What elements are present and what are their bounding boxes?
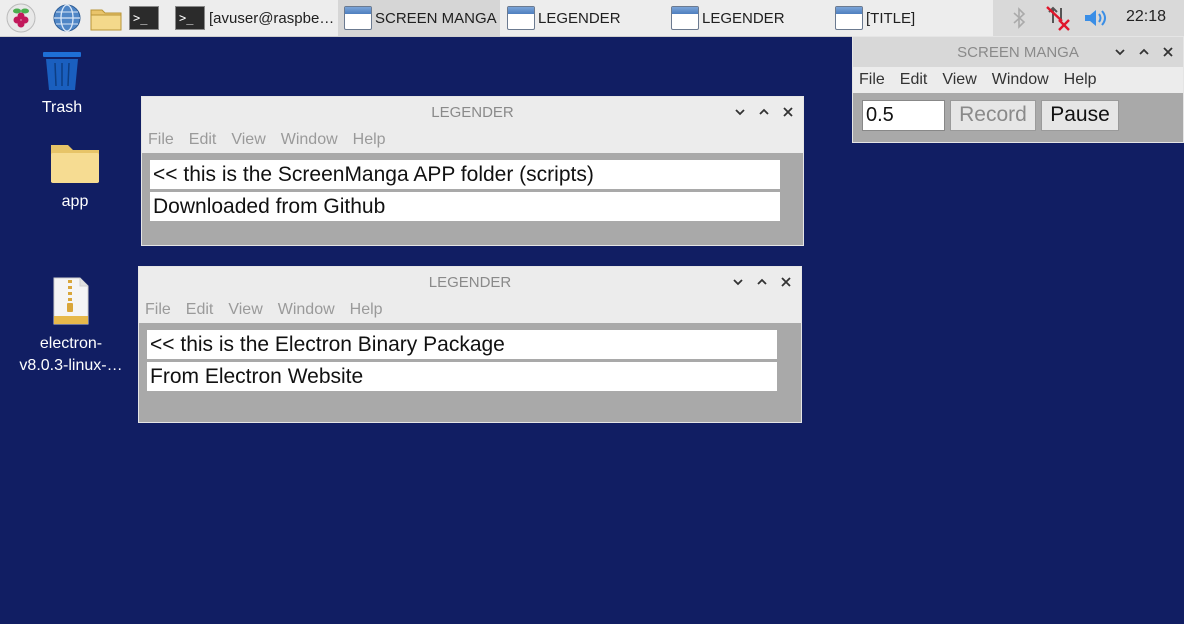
- menu-window[interactable]: Window: [281, 131, 338, 149]
- minimize-button[interactable]: [731, 275, 745, 289]
- taskbar-task-terminal[interactable]: >_ [avuser@raspbe…: [170, 0, 335, 36]
- menu-help[interactable]: Help: [353, 131, 386, 149]
- taskbar: >_ >_ [avuser@raspbe… SCREEN MANGA LEGEN…: [0, 0, 1184, 37]
- web-browser-globe-icon[interactable]: [52, 3, 82, 33]
- maximize-button[interactable]: [755, 275, 769, 289]
- window-title: LEGENDER: [431, 103, 514, 121]
- desktop-icon-label: app: [61, 193, 89, 210]
- desktop-icon-label: Trash: [41, 99, 83, 116]
- maximize-button[interactable]: [757, 105, 771, 119]
- chevron-up-icon: [1139, 48, 1149, 55]
- close-icon: [783, 107, 793, 117]
- desktop-icon-label-line1: electron-: [39, 335, 103, 352]
- terminal-icon: >_: [175, 6, 205, 30]
- interval-input[interactable]: 0.5: [862, 100, 945, 131]
- task-label: [avuser@raspbe…: [209, 9, 335, 27]
- desktop-icon-app-folder[interactable]: app: [35, 140, 115, 213]
- chevron-down-icon: [1115, 49, 1125, 56]
- network-disconnected-icon[interactable]: [1045, 5, 1071, 36]
- close-icon: [1163, 47, 1173, 57]
- chevron-up-icon: [759, 108, 769, 115]
- volume-icon[interactable]: [1083, 7, 1111, 34]
- menu-edit[interactable]: Edit: [900, 71, 928, 89]
- menu-help[interactable]: Help: [350, 301, 383, 319]
- taskbar-task-screen-manga[interactable]: SCREEN MANGA: [338, 0, 500, 36]
- minimize-button[interactable]: [733, 105, 747, 119]
- legend-line-1[interactable]: << this is the Electron Binary Package: [147, 330, 777, 359]
- taskbar-task-legender-1[interactable]: LEGENDER: [501, 0, 663, 36]
- menu-help[interactable]: Help: [1064, 71, 1097, 89]
- close-icon: [781, 277, 791, 287]
- taskbar-task-title[interactable]: [TITLE]: [829, 0, 991, 36]
- menu-view[interactable]: View: [231, 131, 265, 149]
- close-button[interactable]: [1161, 45, 1175, 59]
- minimize-button[interactable]: [1113, 45, 1127, 59]
- menu-file[interactable]: File: [859, 71, 885, 89]
- clock[interactable]: 22:18: [1126, 8, 1166, 26]
- task-label: LEGENDER: [538, 9, 621, 27]
- close-button[interactable]: [781, 105, 795, 119]
- record-button[interactable]: Record: [950, 100, 1036, 131]
- window-menubar: File Edit View Window Help: [142, 127, 803, 153]
- task-label: SCREEN MANGA: [375, 9, 497, 27]
- menu-window[interactable]: Window: [992, 71, 1049, 89]
- desktop-icon-electron-zip[interactable]: electron- v8.0.3-linux-…: [16, 276, 126, 377]
- window-icon: [507, 6, 535, 30]
- legend-line-1[interactable]: << this is the ScreenManga APP folder (s…: [150, 160, 780, 189]
- window-title: LEGENDER: [428, 273, 512, 291]
- raspberry-menu-icon[interactable]: [6, 3, 36, 33]
- desktop-icon-label-line2: v8.0.3-linux-…: [19, 357, 123, 374]
- trash-icon: [43, 52, 81, 90]
- menu-window[interactable]: Window: [278, 301, 335, 319]
- screen-manga-window: SCREEN MANGA File Edit View Window Help …: [852, 36, 1184, 143]
- legender-window-1: LEGENDER File Edit View Window Help << t…: [141, 96, 804, 246]
- taskbar-task-legender-2[interactable]: LEGENDER: [665, 0, 827, 36]
- close-button[interactable]: [779, 275, 793, 289]
- chevron-up-icon: [757, 278, 767, 285]
- bluetooth-icon[interactable]: [1009, 7, 1029, 34]
- maximize-button[interactable]: [1137, 45, 1151, 59]
- chevron-down-icon: [735, 109, 745, 116]
- window-titlebar[interactable]: LEGENDER: [142, 97, 803, 127]
- window-icon: [344, 6, 372, 30]
- menu-file[interactable]: File: [145, 301, 171, 319]
- menu-edit[interactable]: Edit: [186, 301, 214, 319]
- menu-file[interactable]: File: [148, 131, 174, 149]
- menu-edit[interactable]: Edit: [189, 131, 217, 149]
- desktop-icon-trash[interactable]: Trash: [22, 48, 102, 119]
- legend-line-2[interactable]: From Electron Website: [147, 362, 777, 391]
- task-label: LEGENDER: [702, 9, 785, 27]
- legender-window-2: LEGENDER File Edit View Window Help << t…: [138, 266, 802, 423]
- legend-line-2[interactable]: Downloaded from Github: [150, 192, 780, 221]
- window-icon: [671, 6, 699, 30]
- menu-view[interactable]: View: [228, 301, 262, 319]
- file-manager-folder-icon[interactable]: [89, 3, 123, 33]
- folder-icon: [51, 145, 99, 183]
- menu-view[interactable]: View: [942, 71, 976, 89]
- window-title: SCREEN MANGA: [957, 43, 1079, 61]
- window-titlebar[interactable]: SCREEN MANGA: [853, 37, 1183, 67]
- chevron-down-icon: [733, 279, 743, 286]
- window-menubar: File Edit View Window Help: [853, 67, 1183, 93]
- window-menubar: File Edit View Window Help: [139, 297, 801, 323]
- zip-archive-icon: [53, 277, 89, 325]
- window-icon: [835, 6, 863, 30]
- window-titlebar[interactable]: LEGENDER: [139, 267, 801, 297]
- terminal-launcher-icon[interactable]: >_: [129, 3, 161, 33]
- pause-button[interactable]: Pause: [1041, 100, 1119, 131]
- task-label: [TITLE]: [866, 9, 916, 27]
